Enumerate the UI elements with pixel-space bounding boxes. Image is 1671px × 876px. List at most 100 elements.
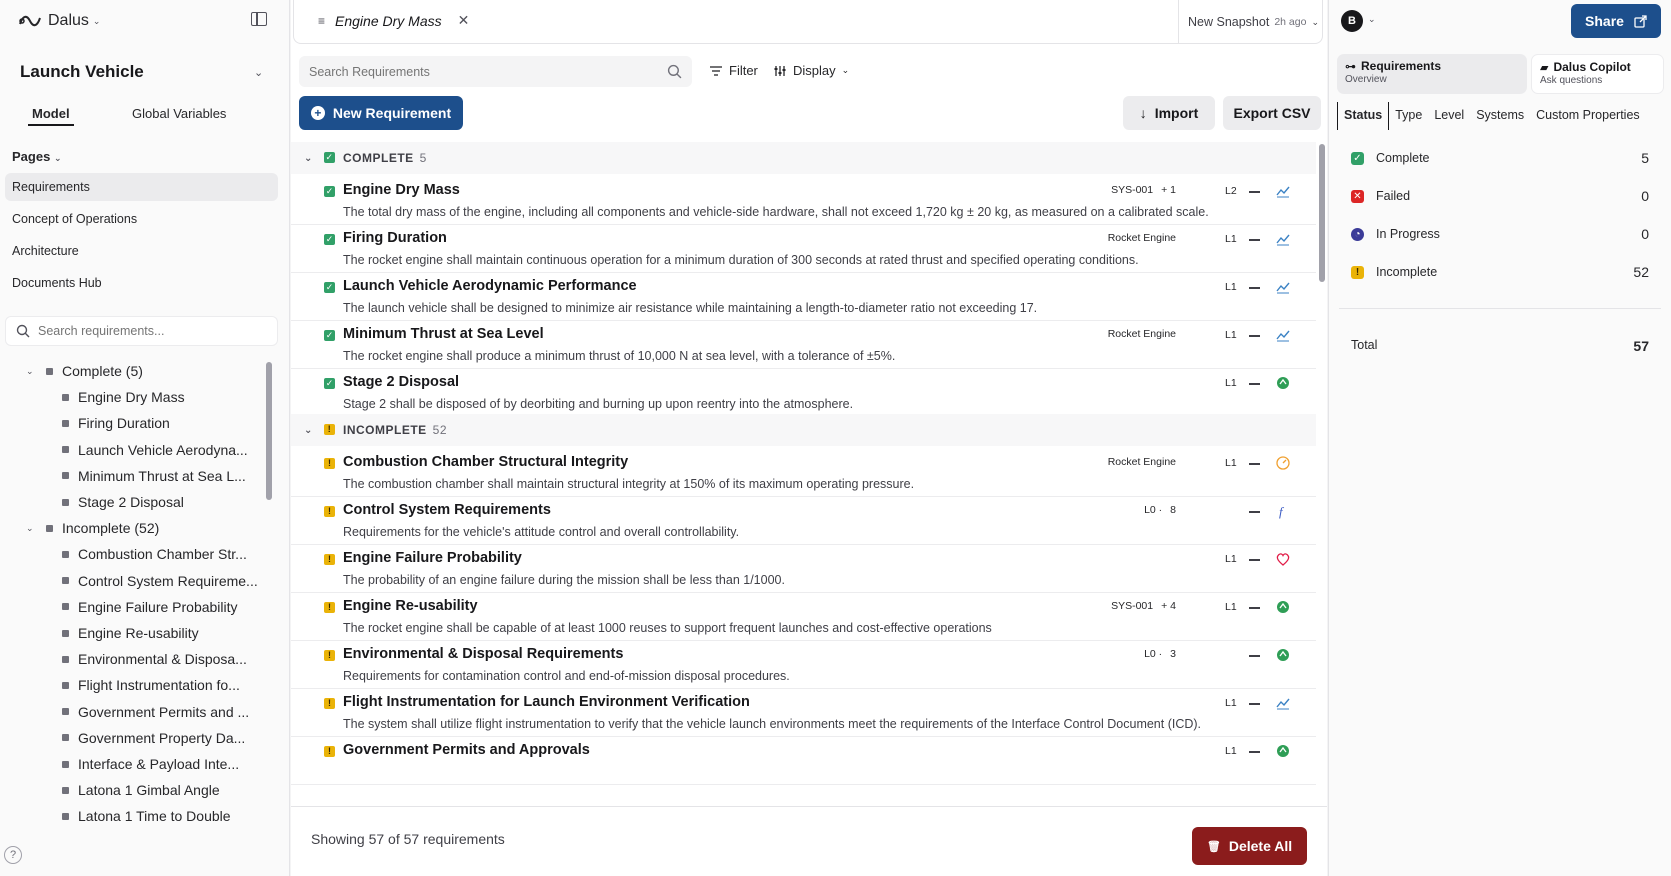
tree-item[interactable]: Combustion Chamber Str... xyxy=(62,541,247,567)
status-row-failed[interactable]: ✕ Failed 0 xyxy=(1351,186,1649,206)
requirement-level[interactable]: L1 xyxy=(1225,457,1237,469)
requirement-title[interactable]: Engine Dry Mass xyxy=(343,182,460,198)
requirement-tag[interactable]: L0 · xyxy=(1144,648,1162,660)
tree-item[interactable]: Government Property Da... xyxy=(62,725,245,751)
tab-type[interactable]: Type xyxy=(1389,102,1428,130)
requirement-row[interactable]: ✓ Launch Vehicle Aerodynamic Performance T… xyxy=(291,270,1316,321)
dash-icon[interactable] xyxy=(1249,383,1260,385)
tree-item[interactable]: Government Permits and ... xyxy=(62,699,249,725)
status-row-incomplete[interactable]: ! Incomplete 52 xyxy=(1351,262,1649,282)
requirement-tag[interactable]: SYS-001 xyxy=(1111,600,1153,612)
requirement-tag[interactable]: L0 · xyxy=(1144,504,1162,516)
recycle-icon[interactable] xyxy=(1275,599,1291,615)
requirement-title[interactable]: Combustion Chamber Structural Integrity xyxy=(343,454,628,470)
requirement-row[interactable]: ! Environmental & Disposal Requirements Re… xyxy=(291,638,1316,689)
filter-button[interactable]: Filter xyxy=(709,63,758,78)
status-row-complete[interactable]: ✓ Complete 5 xyxy=(1351,148,1649,168)
tree-scrollbar[interactable] xyxy=(266,362,272,500)
tree-item[interactable]: Interface & Payload Inte... xyxy=(62,751,239,777)
tree-item[interactable]: Firing Duration xyxy=(62,410,170,436)
chevron-down-icon[interactable]: ⌄ xyxy=(304,153,313,164)
dash-icon[interactable] xyxy=(1249,655,1260,657)
requirement-row[interactable]: ✓ Stage 2 Disposal Stage 2 shall be dispos… xyxy=(291,366,1316,417)
requirement-level[interactable]: L1 xyxy=(1225,745,1237,757)
tab-systems[interactable]: Systems xyxy=(1470,102,1530,130)
requirement-level[interactable]: L1 xyxy=(1225,377,1237,389)
recycle-icon[interactable] xyxy=(1275,743,1291,759)
chart-icon[interactable] xyxy=(1275,183,1291,199)
chevron-down-icon[interactable]: ⌄ xyxy=(26,358,38,384)
chart-icon[interactable] xyxy=(1275,231,1291,247)
tab-status[interactable]: Status xyxy=(1337,102,1390,130)
dalus-copilot-card[interactable]: ▰ Dalus Copilot Ask questions xyxy=(1531,54,1664,94)
requirement-tag[interactable]: + 4 xyxy=(1161,600,1176,612)
requirement-row[interactable]: ✓ Engine Dry Mass The total dry mass of th… xyxy=(291,174,1316,225)
requirement-tag[interactable]: Rocket Engine xyxy=(1108,456,1176,468)
requirement-row[interactable]: ✓ Minimum Thrust at Sea Level The rocket e… xyxy=(291,318,1316,369)
pages-header[interactable]: Pages ⌄ xyxy=(12,149,61,164)
requirement-level[interactable]: L1 xyxy=(1225,553,1237,565)
requirement-title[interactable]: Government Permits and Approvals xyxy=(343,742,590,758)
dash-icon[interactable] xyxy=(1249,559,1260,561)
requirement-tag[interactable]: + 1 xyxy=(1161,184,1176,196)
avatar[interactable]: B xyxy=(1341,10,1363,32)
snapshot-selector[interactable]: New Snapshot 2h ago ⌄ xyxy=(1178,0,1322,44)
tree-item[interactable]: Engine Failure Probability xyxy=(62,594,238,620)
dash-icon[interactable] xyxy=(1249,463,1260,465)
chart-icon[interactable] xyxy=(1275,279,1291,295)
requirement-row[interactable]: ! Engine Failure Probability The probabili… xyxy=(291,542,1316,593)
chevron-down-icon[interactable]: ⌄ xyxy=(1368,14,1376,25)
delete-all-button[interactable]: 🗑 Delete All xyxy=(1192,827,1307,865)
dash-icon[interactable] xyxy=(1249,703,1260,705)
tree-item[interactable]: Stage 2 Disposal xyxy=(62,489,184,515)
requirement-title[interactable]: Flight Instrumentation for Launch Enviro… xyxy=(343,694,750,710)
app-logo[interactable]: Dalus ⌄ xyxy=(18,12,100,30)
requirement-level[interactable]: L1 xyxy=(1225,329,1237,341)
tab-level[interactable]: Level xyxy=(1428,102,1470,130)
requirements-overview-card[interactable]: ⊶ Requirements Overview xyxy=(1337,54,1527,94)
group-header[interactable]: ⌄! INCOMPLETE 52 xyxy=(291,414,1316,446)
requirement-title[interactable]: Launch Vehicle Aerodynamic Performance xyxy=(343,278,637,294)
tab-custom-properties[interactable]: Custom Properties xyxy=(1530,102,1646,130)
tab-global-variables[interactable]: Global Variables xyxy=(132,106,226,121)
requirement-title[interactable]: Control System Requirements xyxy=(343,502,551,518)
dash-icon[interactable] xyxy=(1249,239,1260,241)
nav-documents-hub[interactable]: Documents Hub xyxy=(5,269,278,297)
sidebar-search-input[interactable] xyxy=(38,324,258,338)
chart-icon[interactable] xyxy=(1275,695,1291,711)
chart-icon[interactable] xyxy=(1275,327,1291,343)
recycle-icon[interactable] xyxy=(1275,647,1291,663)
tree-item[interactable]: Latona 1 Time to Double xyxy=(62,803,231,829)
tab-model[interactable]: Model xyxy=(28,106,74,126)
chevron-down-icon[interactable]: ⌄ xyxy=(304,425,313,436)
requirement-title[interactable]: Environmental & Disposal Requirements xyxy=(343,646,623,662)
nav-requirements[interactable]: Requirements xyxy=(5,173,278,201)
document-tab[interactable]: ≡ Engine Dry Mass ✕ xyxy=(318,12,469,29)
new-requirement-button[interactable]: + New Requirement xyxy=(299,96,463,130)
nav-architecture[interactable]: Architecture xyxy=(5,237,278,265)
requirement-row[interactable]: ! Engine Re-usability The rocket engine sh… xyxy=(291,590,1316,641)
requirement-title[interactable]: Stage 2 Disposal xyxy=(343,374,459,390)
requirement-level[interactable]: L1 xyxy=(1225,233,1237,245)
requirement-level[interactable]: L2 xyxy=(1225,185,1237,197)
function-icon[interactable]: f xyxy=(1275,503,1291,519)
requirement-row[interactable]: ! Combustion Chamber Structural Integrity… xyxy=(291,446,1316,497)
heart-icon[interactable] xyxy=(1275,551,1291,567)
requirement-tag[interactable]: SYS-001 xyxy=(1111,184,1153,196)
requirement-tag[interactable]: 8 xyxy=(1170,504,1176,516)
search-icon[interactable] xyxy=(667,64,682,79)
tree-item[interactable]: Environmental & Disposa... xyxy=(62,646,247,672)
dash-icon[interactable] xyxy=(1249,607,1260,609)
list-scrollbar[interactable] xyxy=(1319,144,1325,282)
requirement-title[interactable]: Engine Re-usability xyxy=(343,598,478,614)
status-row-in-progress[interactable]: ◔ In Progress 0 xyxy=(1351,224,1649,244)
chevron-down-icon[interactable]: ⌄ xyxy=(254,66,263,79)
nav-concept-of-operations[interactable]: Concept of Operations xyxy=(5,205,278,233)
tree-item[interactable]: Flight Instrumentation fo... xyxy=(62,672,240,698)
dash-icon[interactable] xyxy=(1249,751,1260,753)
help-icon[interactable]: ? xyxy=(4,846,22,864)
requirement-level[interactable]: L1 xyxy=(1225,601,1237,613)
project-title[interactable]: Launch Vehicle xyxy=(20,62,144,82)
requirement-row[interactable]: ! Flight Instrumentation for Launch Envir… xyxy=(291,686,1316,737)
requirement-title[interactable]: Minimum Thrust at Sea Level xyxy=(343,326,544,342)
